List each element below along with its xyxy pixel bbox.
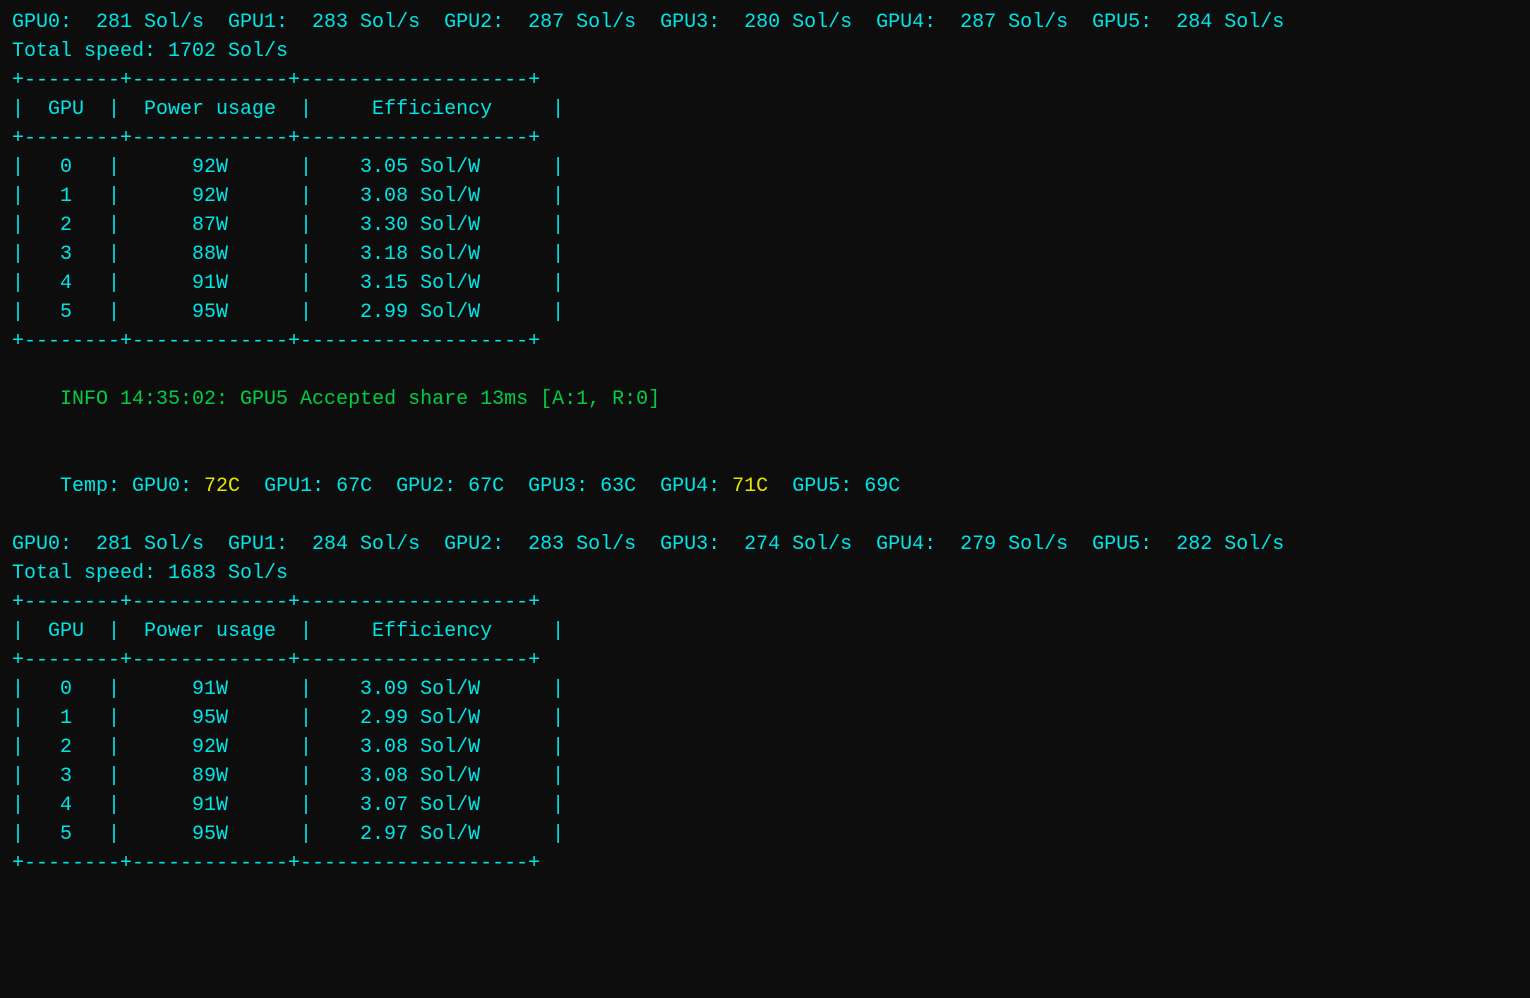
temp-sep-1: GPU2: [372, 475, 468, 498]
temp-gpu5: 69C [864, 475, 900, 498]
temp-sep-2: GPU3: [504, 475, 600, 498]
table-header-2: | GPU | Power usage | Efficiency | [12, 617, 1518, 646]
temp-gpu2: 67C [468, 475, 504, 498]
table-row-1-2: | 2 | 87W | 3.30 Sol/W | [12, 211, 1518, 240]
temp-gpu3: 63C [600, 475, 636, 498]
temp-sep-0: GPU1: [240, 475, 336, 498]
table-row-1-4: | 4 | 91W | 3.15 Sol/W | [12, 269, 1518, 298]
table-row-2-3: | 3 | 89W | 3.08 Sol/W | [12, 762, 1518, 791]
terminal-output: GPU0: 281 Sol/s GPU1: 283 Sol/s GPU2: 28… [12, 8, 1518, 878]
table-row-1-0: | 0 | 92W | 3.05 Sol/W | [12, 153, 1518, 182]
gpu-speeds-line-2: GPU0: 281 Sol/s GPU1: 284 Sol/s GPU2: 28… [12, 530, 1518, 559]
table-row-1-5: | 5 | 95W | 2.99 Sol/W | [12, 298, 1518, 327]
table-sep-bot-2: +--------+-------------+----------------… [12, 849, 1518, 878]
temp-sep-4: GPU5: [768, 475, 864, 498]
table-sep-mid-1: +--------+-------------+----------------… [12, 124, 1518, 153]
table-sep-mid-2: +--------+-------------+----------------… [12, 646, 1518, 675]
temp-prefix: Temp: GPU0: [60, 475, 204, 498]
table-header-1: | GPU | Power usage | Efficiency | [12, 95, 1518, 124]
table-sep-top-1: +--------+-------------+----------------… [12, 66, 1518, 95]
gpu-speeds-line-1: GPU0: 281 Sol/s GPU1: 283 Sol/s GPU2: 28… [12, 8, 1518, 37]
table-row-2-0: | 0 | 91W | 3.09 Sol/W | [12, 675, 1518, 704]
table-row-1-1: | 1 | 92W | 3.08 Sol/W | [12, 182, 1518, 211]
info-text: INFO 14:35:02: GPU5 Accepted share 13ms … [60, 388, 660, 411]
total-speed-1: Total speed: 1702 Sol/s [12, 37, 1518, 66]
temp-gpu0: 72C [204, 475, 240, 498]
table-row-1-3: | 3 | 88W | 3.18 Sol/W | [12, 240, 1518, 269]
total-speed-2: Total speed: 1683 Sol/s [12, 559, 1518, 588]
info-line: INFO 14:35:02: GPU5 Accepted share 13ms … [12, 356, 1518, 443]
temp-line: Temp: GPU0: 72C GPU1: 67C GPU2: 67C GPU3… [12, 443, 1518, 530]
table-row-2-4: | 4 | 91W | 3.07 Sol/W | [12, 791, 1518, 820]
table-row-2-1: | 1 | 95W | 2.99 Sol/W | [12, 704, 1518, 733]
temp-gpu1: 67C [336, 475, 372, 498]
temp-sep-3: GPU4: [636, 475, 732, 498]
table-row-2-2: | 2 | 92W | 3.08 Sol/W | [12, 733, 1518, 762]
table-sep-bot-1: +--------+-------------+----------------… [12, 327, 1518, 356]
temp-gpu4: 71C [732, 475, 768, 498]
table-row-2-5: | 5 | 95W | 2.97 Sol/W | [12, 820, 1518, 849]
table-sep-top-2: +--------+-------------+----------------… [12, 588, 1518, 617]
